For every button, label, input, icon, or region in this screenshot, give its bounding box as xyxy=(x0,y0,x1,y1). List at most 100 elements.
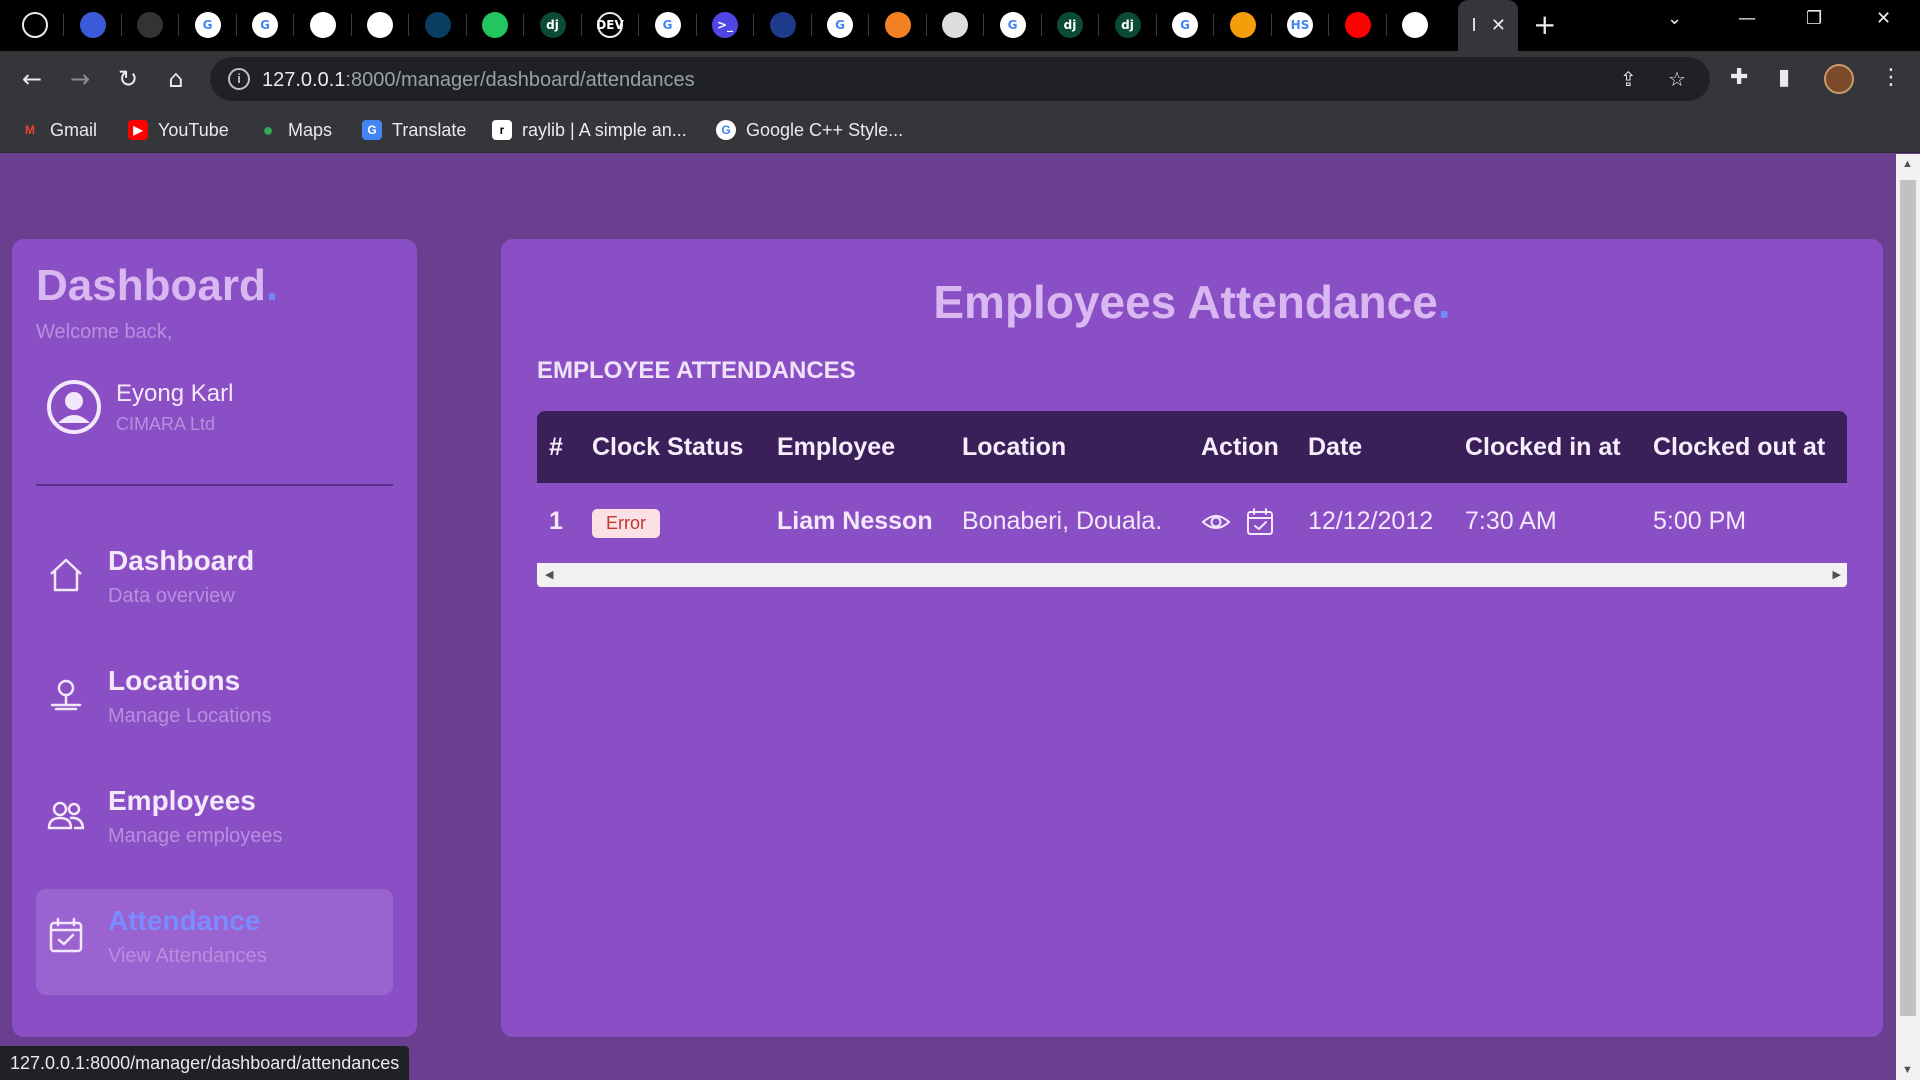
back-icon[interactable]: ← xyxy=(16,63,48,95)
side-panel-icon[interactable]: ▮ xyxy=(1778,65,1790,90)
browser-tab[interactable]: HS xyxy=(1275,5,1325,45)
table-row: 1 Error Liam Nesson Bonaberi, Douala. 12… xyxy=(537,483,1847,563)
browser-tab[interactable] xyxy=(873,5,923,45)
app-icon xyxy=(137,12,163,38)
browser-tab[interactable] xyxy=(930,5,980,45)
sidebar-item-attendance[interactable]: Attendance View Attendances xyxy=(36,889,393,995)
tab-separator xyxy=(1155,14,1157,36)
browser-tab[interactable] xyxy=(355,5,405,45)
gmail-icon: M xyxy=(25,123,35,137)
browser-tab[interactable] xyxy=(413,5,463,45)
browser-tab[interactable] xyxy=(758,5,808,45)
active-tab[interactable]: I ✕ xyxy=(1458,0,1518,51)
forward-icon[interactable]: → xyxy=(64,63,96,95)
bookmark-google-cpp[interactable]: G Google C++ Style... xyxy=(716,116,903,144)
browser-tab[interactable] xyxy=(1390,5,1440,45)
column-header: Location xyxy=(962,433,1067,461)
browser-tab[interactable]: G xyxy=(240,5,290,45)
welcome-text: Welcome back, xyxy=(36,321,173,343)
employee-name: Liam Nesson xyxy=(777,507,933,535)
translate-icon: G xyxy=(362,120,382,140)
bolt-icon xyxy=(1229,12,1256,38)
stackoverflow-icon xyxy=(884,12,911,38)
eye-icon[interactable] xyxy=(1201,507,1231,537)
reload-icon[interactable]: ↻ xyxy=(112,63,144,95)
browser-tab[interactable] xyxy=(1218,5,1268,45)
address-url[interactable]: 127.0.0.1:8000/manager/dashboard/attenda… xyxy=(262,69,695,92)
play-icon xyxy=(482,12,508,38)
tab-separator xyxy=(1213,14,1214,36)
google-icon: G xyxy=(654,12,681,38)
sidebar-item-dashboard[interactable]: Dashboard Data overview xyxy=(36,529,393,635)
youtube-icon: ▶ xyxy=(128,120,148,140)
browser-tab[interactable]: dj xyxy=(528,5,578,45)
bookmark-raylib[interactable]: r raylib | A simple an... xyxy=(492,116,687,144)
site-info-icon[interactable]: i xyxy=(228,68,250,90)
minimize-icon[interactable]: — xyxy=(1738,8,1756,29)
tab-separator xyxy=(695,14,697,36)
column-header: Clocked in at xyxy=(1465,433,1621,461)
google-icon: G xyxy=(252,12,278,38)
tab-separator xyxy=(178,14,179,36)
code-icon xyxy=(424,12,451,38)
horizontal-scrollbar[interactable]: ◀ ▶ xyxy=(537,563,1847,587)
browser-tab[interactable]: >_ xyxy=(700,5,750,45)
tab-separator xyxy=(408,14,409,36)
tab-separator xyxy=(1040,14,1042,36)
vertical-scrollbar[interactable]: ▲ ▼ xyxy=(1896,154,1920,1080)
user-profile: Eyong Karl CIMARA Ltd xyxy=(46,379,233,435)
calendar-check-icon xyxy=(49,917,83,953)
page-viewport: Dashboard. Welcome back, Eyong Karl CIMA… xyxy=(0,154,1896,1080)
browser-tab[interactable]: dj xyxy=(1045,5,1095,45)
google-icon: G xyxy=(827,12,853,38)
extensions-icon[interactable]: ✚ xyxy=(1730,65,1748,90)
bookmark-star-icon[interactable]: ☆ xyxy=(1668,67,1686,91)
calendar-check-icon[interactable] xyxy=(1245,507,1275,537)
sidebar-divider xyxy=(36,484,393,486)
bookmark-youtube[interactable]: ▶ YouTube xyxy=(128,116,229,144)
tab-separator xyxy=(63,14,64,36)
home-icon[interactable]: ⌂ xyxy=(160,63,192,95)
scroll-right-icon[interactable]: ▶ xyxy=(1833,568,1841,581)
close-tab-icon[interactable]: ✕ xyxy=(1491,15,1506,36)
profile-avatar[interactable] xyxy=(1824,64,1854,94)
row-index: 1 xyxy=(549,507,563,535)
sidebar-item-locations[interactable]: Locations Manage Locations xyxy=(36,649,393,755)
page-title: Employees Attendance. xyxy=(933,276,1451,328)
share-icon[interactable]: ⇪ xyxy=(1620,67,1637,91)
browser-tab[interactable] xyxy=(10,5,60,45)
browser-tab[interactable] xyxy=(470,5,520,45)
menu-icon[interactable]: ⋮ xyxy=(1880,65,1902,90)
browser-tab[interactable]: G xyxy=(183,5,233,45)
browser-tab[interactable] xyxy=(1333,5,1383,45)
restore-icon[interactable]: ❐ xyxy=(1806,8,1822,29)
browser-tab[interactable]: G xyxy=(988,5,1038,45)
openai-icon xyxy=(309,12,336,38)
raylib-icon: r xyxy=(492,120,512,140)
close-window-icon[interactable]: ✕ xyxy=(1876,8,1891,29)
browser-tab[interactable]: dj xyxy=(1103,5,1153,45)
column-header: Date xyxy=(1308,433,1363,461)
tab-search-icon[interactable]: ⌄ xyxy=(1667,8,1682,29)
browser-tab[interactable]: G xyxy=(643,5,693,45)
browser-tab[interactable]: G xyxy=(1160,5,1210,45)
browser-tab[interactable]: G xyxy=(815,5,865,45)
scroll-down-icon[interactable]: ▼ xyxy=(1902,1064,1913,1076)
bookmark-maps[interactable]: ● Maps xyxy=(258,116,332,144)
column-header: Clock Status xyxy=(592,433,744,461)
django-icon: dj xyxy=(1057,12,1083,38)
bookmark-gmail[interactable]: M Gmail xyxy=(20,116,97,144)
scrollbar-thumb[interactable] xyxy=(1900,180,1916,1016)
tab-separator xyxy=(350,14,352,36)
browser-tab[interactable] xyxy=(68,5,118,45)
scroll-left-icon[interactable]: ◀ xyxy=(545,568,553,581)
browser-tab[interactable]: DEV xyxy=(585,5,635,45)
new-tab-button[interactable]: + xyxy=(1533,10,1556,40)
address-bar[interactable]: i 127.0.0.1:8000/manager/dashboard/atten… xyxy=(210,57,1710,101)
table-header: # Clock Status Employee Location Action … xyxy=(537,411,1847,483)
bookmark-translate[interactable]: G Translate xyxy=(362,116,466,144)
sidebar-item-employees[interactable]: Employees Manage employees xyxy=(36,769,393,875)
browser-tab[interactable] xyxy=(298,5,348,45)
scroll-up-icon[interactable]: ▲ xyxy=(1902,158,1913,170)
browser-tab[interactable] xyxy=(125,5,175,45)
